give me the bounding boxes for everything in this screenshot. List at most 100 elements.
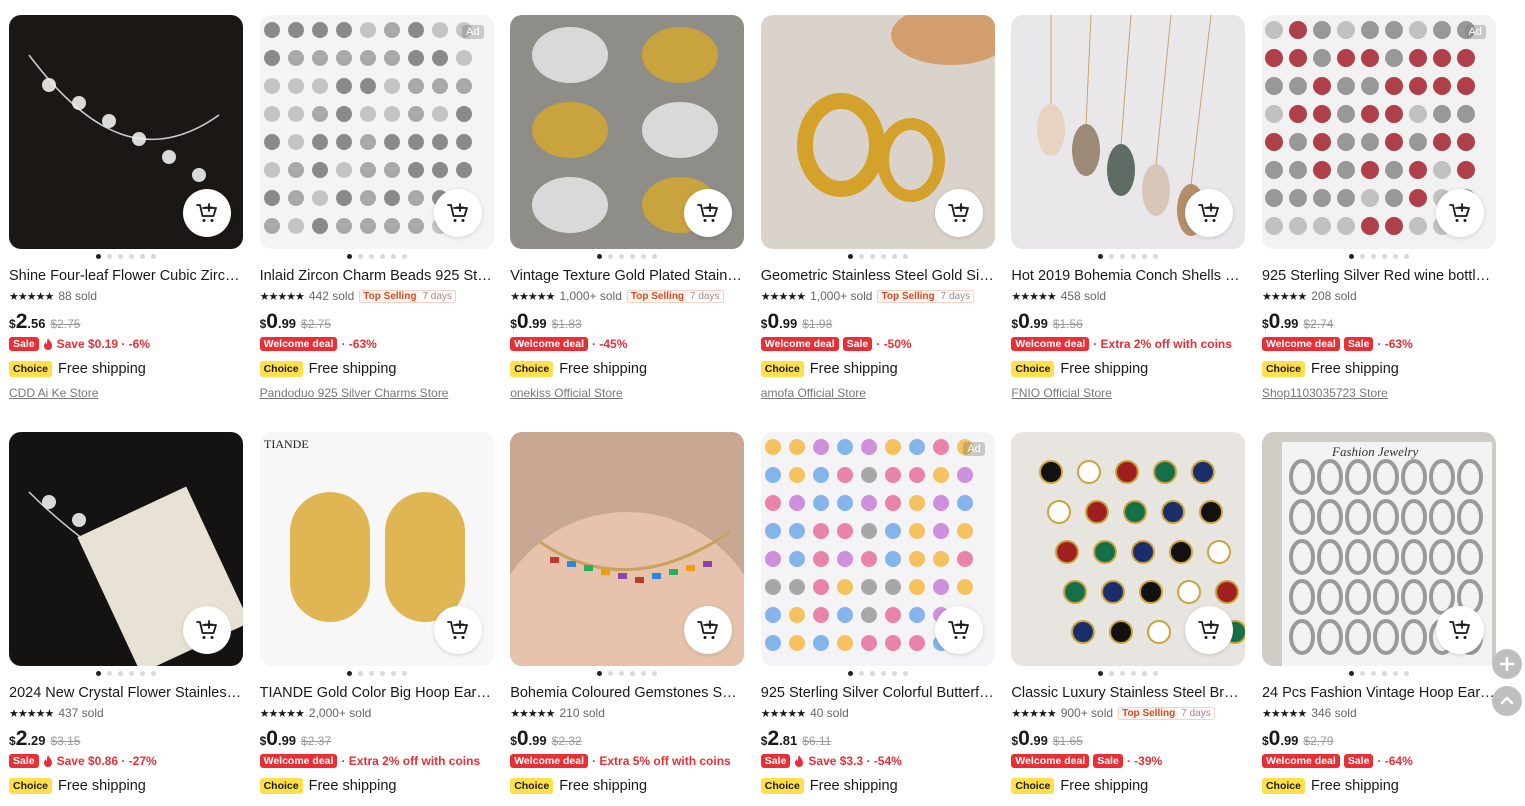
- carousel-dots[interactable]: [510, 254, 744, 262]
- add-to-cart-button[interactable]: [434, 189, 482, 237]
- plus-float-button[interactable]: [1492, 649, 1522, 679]
- carousel-dots[interactable]: [761, 254, 995, 262]
- product-title[interactable]: Shine Four-leaf Flower Cubic Zirconia Br…: [9, 268, 243, 284]
- carousel-dot[interactable]: [151, 671, 156, 676]
- carousel-dot[interactable]: [597, 254, 602, 259]
- product-card[interactable]: Hot 2019 Bohemia Conch Shells Necklace ★…: [1011, 15, 1245, 432]
- carousel-dot[interactable]: [140, 671, 145, 676]
- carousel-dot[interactable]: [347, 254, 352, 259]
- product-card[interactable]: Ad 925 Sterling Silver Red wine bottle c…: [1262, 15, 1496, 432]
- product-image[interactable]: [761, 15, 995, 249]
- carousel-dot[interactable]: [358, 671, 363, 676]
- store-link[interactable]: onekiss Official Store: [510, 386, 744, 400]
- carousel-dot[interactable]: [1360, 254, 1365, 259]
- product-title[interactable]: 24 Pcs Fashion Vintage Hoop Earrings Set: [1262, 685, 1496, 701]
- carousel-dot[interactable]: [1098, 671, 1103, 676]
- add-to-cart-button[interactable]: [183, 606, 231, 654]
- scroll-top-button[interactable]: [1492, 686, 1522, 716]
- add-to-cart-button[interactable]: [434, 606, 482, 654]
- carousel-dots[interactable]: [260, 254, 494, 262]
- product-title[interactable]: 925 Sterling Silver Red wine bottle char…: [1262, 268, 1496, 284]
- add-to-cart-button[interactable]: [1436, 189, 1484, 237]
- product-title[interactable]: Bohemia Coloured Gemstones Square Neckla…: [510, 685, 744, 701]
- store-link[interactable]: Pandoduo 925 Silver Charms Store: [260, 386, 494, 400]
- carousel-dot[interactable]: [1098, 254, 1103, 259]
- carousel-dot[interactable]: [1393, 671, 1398, 676]
- carousel-dot[interactable]: [870, 671, 875, 676]
- product-image[interactable]: Fashion Jewelry: [1262, 432, 1496, 666]
- carousel-dot[interactable]: [903, 254, 908, 259]
- carousel-dot[interactable]: [881, 254, 886, 259]
- carousel-dots[interactable]: [1011, 671, 1245, 679]
- add-to-cart-button[interactable]: [935, 606, 983, 654]
- product-image[interactable]: Ad: [761, 432, 995, 666]
- carousel-dot[interactable]: [151, 254, 156, 259]
- carousel-dot[interactable]: [641, 254, 646, 259]
- product-title[interactable]: Vintage Texture Gold Plated Stainless St…: [510, 268, 744, 284]
- carousel-dot[interactable]: [1382, 254, 1387, 259]
- carousel-dot[interactable]: [1153, 254, 1158, 259]
- add-to-cart-button[interactable]: [1436, 606, 1484, 654]
- carousel-dot[interactable]: [1142, 671, 1147, 676]
- carousel-dots[interactable]: [9, 254, 243, 262]
- carousel-dot[interactable]: [118, 671, 123, 676]
- carousel-dots[interactable]: [260, 671, 494, 679]
- product-image[interactable]: TIANDE: [260, 432, 494, 666]
- product-card[interactable]: Ad 925 Sterling Silver Colorful Butterfl…: [761, 432, 995, 804]
- carousel-dot[interactable]: [347, 671, 352, 676]
- carousel-dots[interactable]: [1262, 671, 1496, 679]
- carousel-dot[interactable]: [619, 254, 624, 259]
- carousel-dot[interactable]: [369, 671, 374, 676]
- carousel-dot[interactable]: [1120, 254, 1125, 259]
- carousel-dots[interactable]: [1011, 254, 1245, 262]
- add-to-cart-button[interactable]: [684, 189, 732, 237]
- store-link[interactable]: CDD Ai Ke Store: [9, 386, 243, 400]
- carousel-dot[interactable]: [892, 254, 897, 259]
- product-title[interactable]: Hot 2019 Bohemia Conch Shells Necklace: [1011, 268, 1245, 284]
- product-image[interactable]: [9, 15, 243, 249]
- carousel-dot[interactable]: [107, 671, 112, 676]
- product-image[interactable]: Ad: [260, 15, 494, 249]
- product-title[interactable]: 925 Sterling Silver Colorful Butterfly C…: [761, 685, 995, 701]
- carousel-dot[interactable]: [630, 671, 635, 676]
- carousel-dot[interactable]: [107, 254, 112, 259]
- product-image[interactable]: [1011, 432, 1245, 666]
- carousel-dot[interactable]: [402, 254, 407, 259]
- product-image[interactable]: [9, 432, 243, 666]
- product-card[interactable]: TIANDE TIANDE Gold Color Big Hoop Earrin…: [260, 432, 494, 804]
- carousel-dot[interactable]: [118, 254, 123, 259]
- product-card[interactable]: Geometric Stainless Steel Gold Silver Ea…: [761, 15, 995, 432]
- carousel-dot[interactable]: [1142, 254, 1147, 259]
- carousel-dot[interactable]: [859, 254, 864, 259]
- carousel-dot[interactable]: [1153, 671, 1158, 676]
- store-link[interactable]: FNIO Official Store: [1011, 386, 1245, 400]
- add-to-cart-button[interactable]: [684, 606, 732, 654]
- carousel-dot[interactable]: [1404, 254, 1409, 259]
- store-link[interactable]: Shop1103035723 Store: [1262, 386, 1496, 400]
- carousel-dot[interactable]: [641, 671, 646, 676]
- carousel-dot[interactable]: [652, 671, 657, 676]
- carousel-dot[interactable]: [1109, 671, 1114, 676]
- product-card[interactable]: Bohemia Coloured Gemstones Square Neckla…: [510, 432, 744, 804]
- add-to-cart-button[interactable]: [183, 189, 231, 237]
- product-title[interactable]: TIANDE Gold Color Big Hoop Earrings: [260, 685, 494, 701]
- carousel-dot[interactable]: [903, 671, 908, 676]
- carousel-dots[interactable]: [9, 671, 243, 679]
- product-title[interactable]: 2024 New Crystal Flower Stainless Steel …: [9, 685, 243, 701]
- carousel-dot[interactable]: [96, 671, 101, 676]
- carousel-dot[interactable]: [1349, 671, 1354, 676]
- carousel-dot[interactable]: [96, 254, 101, 259]
- carousel-dots[interactable]: [510, 671, 744, 679]
- carousel-dot[interactable]: [1349, 254, 1354, 259]
- carousel-dot[interactable]: [608, 254, 613, 259]
- carousel-dot[interactable]: [380, 254, 385, 259]
- carousel-dot[interactable]: [892, 671, 897, 676]
- carousel-dot[interactable]: [129, 671, 134, 676]
- carousel-dot[interactable]: [859, 671, 864, 676]
- product-card[interactable]: Classic Luxury Stainless Steel Bracelet …: [1011, 432, 1245, 804]
- product-card[interactable]: Vintage Texture Gold Plated Stainless St…: [510, 15, 744, 432]
- carousel-dot[interactable]: [358, 254, 363, 259]
- carousel-dot[interactable]: [369, 254, 374, 259]
- carousel-dot[interactable]: [402, 671, 407, 676]
- product-image[interactable]: Ad: [1262, 15, 1496, 249]
